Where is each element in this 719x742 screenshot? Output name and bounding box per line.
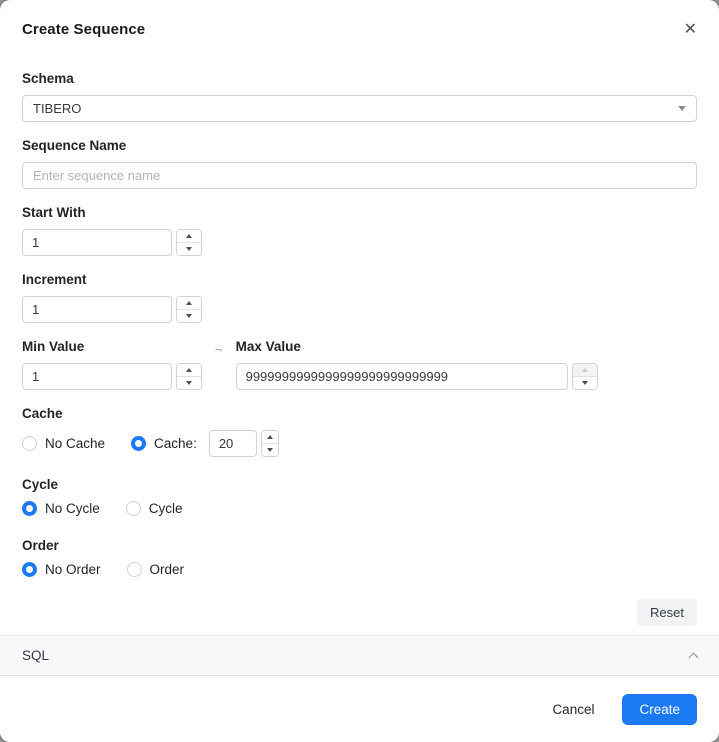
spinner-down-icon[interactable] [261,443,278,456]
increment-spinner [176,296,202,323]
reset-row: Reset [22,599,697,626]
radio-icon[interactable] [22,562,37,577]
increment-label: Increment [22,272,87,287]
cache-size-spinner [260,430,279,457]
spinner-up-icon[interactable] [177,230,201,242]
increment-field: Increment [22,272,697,323]
start-with-label: Start With [22,205,86,220]
dialog-header: Create Sequence ✕ [0,0,719,39]
radio-option-no-cycle[interactable]: No Cycle [22,501,100,516]
max-value-spinner [571,363,598,390]
order-field: Order No Order Order [22,538,697,577]
spinner-up-icon [572,364,597,376]
cache-size-input[interactable] [208,430,257,457]
radio-icon[interactable] [22,501,37,516]
max-value-input[interactable] [235,363,568,390]
min-value-label: Min Value [22,339,85,354]
min-max-field: Min Value ~ Max Value [22,339,697,390]
radio-option-order[interactable]: Order [126,562,184,577]
radio-icon[interactable] [126,562,142,577]
spinner-up-icon[interactable] [261,431,278,443]
cache-label: Cache [22,406,63,421]
sequence-name-input[interactable] [22,162,697,189]
dialog-title: Create Sequence [22,21,146,38]
sequence-name-field: Sequence Name [22,138,697,189]
sql-section-label: SQL [22,648,50,663]
radio-icon[interactable] [125,501,141,516]
range-separator: ~ [215,342,223,357]
chevron-up-icon [688,652,699,663]
radio-option-no-order[interactable]: No Order [22,562,101,577]
max-value-label: Max Value [235,339,301,354]
schema-field: Schema TIBERO [22,71,697,122]
cycle-field: Cycle No Cycle Cycle [22,477,697,516]
radio-icon[interactable] [131,436,147,451]
min-value-spinner [176,363,202,390]
create-sequence-dialog: Create Sequence ✕ Schema TIBERO Sequence… [0,0,719,742]
create-button[interactable]: Create [622,693,697,725]
sql-section-toggle[interactable]: SQL [0,635,719,676]
min-value-input[interactable] [22,363,172,390]
max-value-column: Max Value [235,339,598,390]
increment-input[interactable] [22,296,172,323]
dialog-footer: Cancel Create [0,676,719,742]
schema-select-value: TIBERO [33,101,82,116]
dialog-body: Schema TIBERO Sequence Name Start With I… [0,39,719,635]
spinner-up-icon[interactable] [177,297,201,309]
min-value-column: Min Value [22,339,202,390]
order-label: Order [22,538,59,553]
radio-option-cycle[interactable]: Cycle [125,501,183,516]
radio-option-no-cache[interactable]: No Cache [22,436,105,451]
close-icon[interactable]: ✕ [684,21,697,39]
schema-label: Schema [22,71,74,86]
spinner-down-icon[interactable] [177,309,201,322]
sequence-name-label: Sequence Name [22,138,127,153]
radio-option-cache[interactable]: Cache: [131,436,197,451]
reset-button[interactable]: Reset [637,599,697,626]
cache-field: Cache No Cache Cache: [22,406,697,457]
start-with-spinner [176,229,202,256]
schema-select[interactable]: TIBERO [22,95,697,122]
cancel-button[interactable]: Cancel [550,695,596,724]
radio-icon[interactable] [22,436,37,451]
chevron-down-icon [678,106,686,111]
spinner-down-icon[interactable] [177,376,201,389]
spinner-down-icon[interactable] [572,376,597,389]
spinner-up-icon[interactable] [177,364,201,376]
start-with-input[interactable] [22,229,172,256]
start-with-field: Start With [22,205,697,256]
spinner-down-icon[interactable] [177,242,201,255]
cycle-label: Cycle [22,477,59,492]
